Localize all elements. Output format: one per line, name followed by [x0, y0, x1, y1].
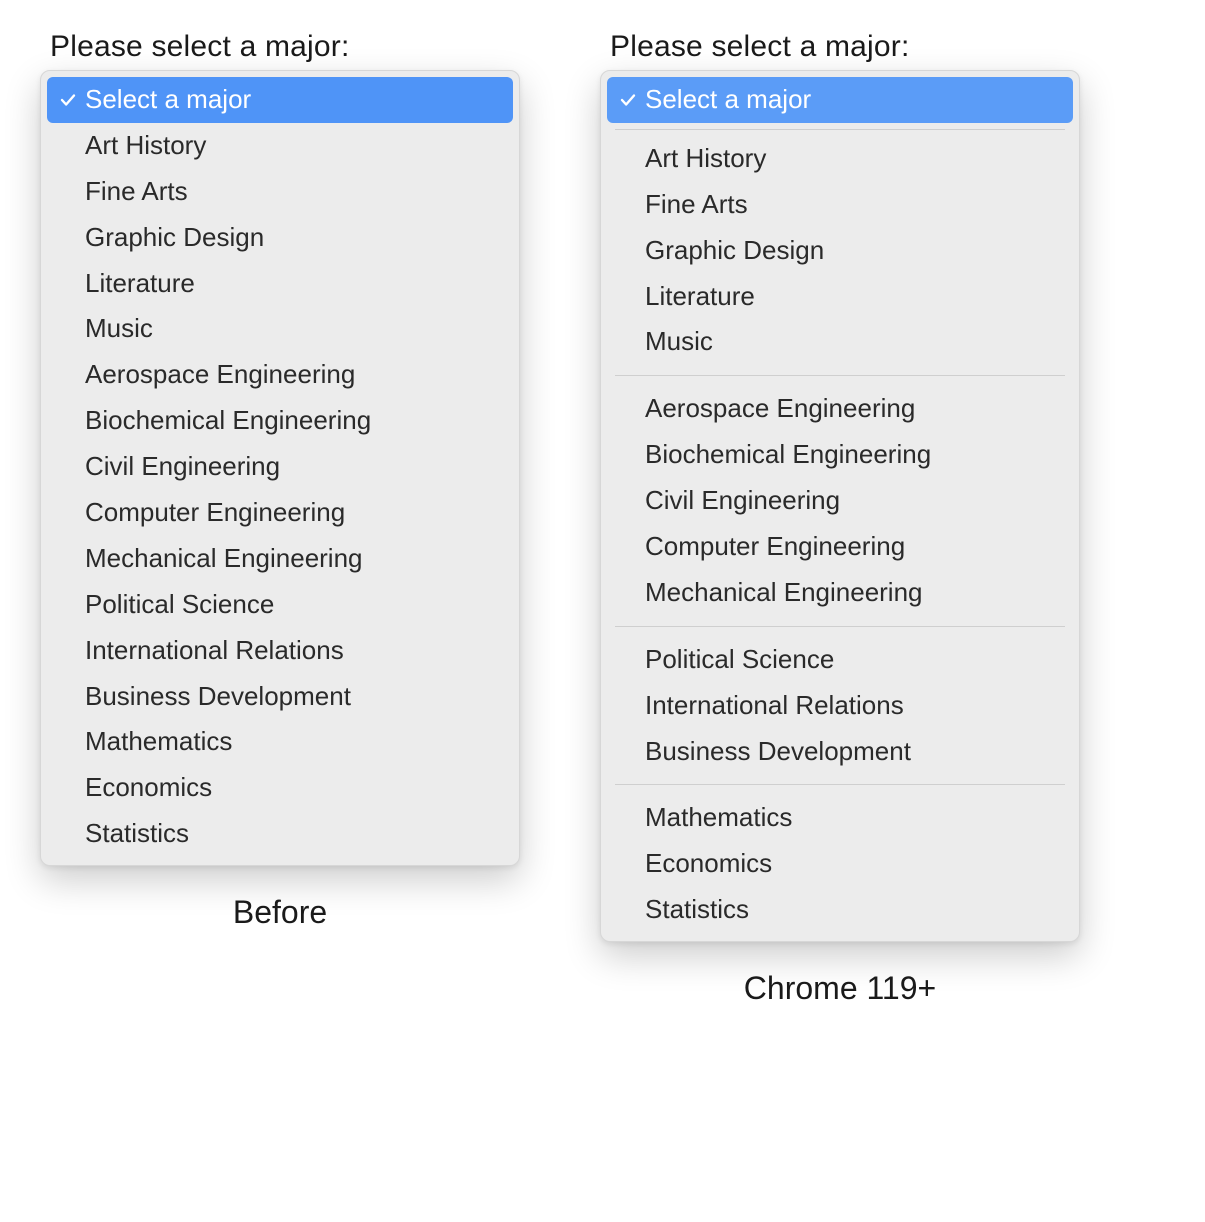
- option-item[interactable]: Civil Engineering: [47, 444, 513, 490]
- option-label: Mathematics: [85, 727, 499, 757]
- option-label: Computer Engineering: [85, 498, 499, 528]
- column-before: Please select a major: Select a major Ar…: [40, 30, 520, 931]
- option-label: Political Science: [645, 645, 1059, 675]
- option-item[interactable]: Aerospace Engineering: [607, 386, 1073, 432]
- option-label: Civil Engineering: [85, 452, 499, 482]
- option-label: Aerospace Engineering: [85, 360, 499, 390]
- option-item[interactable]: Music: [47, 306, 513, 352]
- option-item[interactable]: Business Development: [607, 729, 1073, 775]
- option-item[interactable]: International Relations: [47, 628, 513, 674]
- option-label: International Relations: [645, 691, 1059, 721]
- option-item[interactable]: Political Science: [47, 582, 513, 628]
- caption-after: Chrome 119+: [600, 970, 1080, 1007]
- option-label: Statistics: [85, 819, 499, 849]
- option-label: Business Development: [645, 737, 1059, 767]
- option-item[interactable]: Mathematics: [607, 795, 1073, 841]
- option-item[interactable]: Graphic Design: [607, 228, 1073, 274]
- option-item[interactable]: Business Development: [47, 674, 513, 720]
- option-label: Aerospace Engineering: [645, 394, 1059, 424]
- option-label: Fine Arts: [645, 190, 1059, 220]
- comparison-columns: Please select a major: Select a major Ar…: [40, 30, 1165, 1007]
- option-selected-placeholder[interactable]: Select a major: [607, 77, 1073, 123]
- option-item[interactable]: Mathematics: [47, 719, 513, 765]
- option-item[interactable]: Mechanical Engineering: [607, 570, 1073, 616]
- option-label: Civil Engineering: [645, 486, 1059, 516]
- group-divider: [615, 784, 1065, 785]
- caption-before: Before: [40, 894, 520, 931]
- check-icon: [617, 91, 639, 109]
- option-item[interactable]: Statistics: [607, 887, 1073, 933]
- select-popup-before: Select a major Art History Fine Arts Graph…: [40, 70, 520, 866]
- option-label: Art History: [645, 144, 1059, 174]
- column-after: Please select a major: Select a major Ar…: [600, 30, 1080, 1007]
- option-label: Literature: [85, 269, 499, 299]
- option-label: Fine Arts: [85, 177, 499, 207]
- option-label: International Relations: [85, 636, 499, 666]
- option-item[interactable]: Art History: [47, 123, 513, 169]
- option-item[interactable]: Graphic Design: [47, 215, 513, 261]
- option-label: Economics: [645, 849, 1059, 879]
- option-item[interactable]: Computer Engineering: [47, 490, 513, 536]
- option-label: Political Science: [85, 590, 499, 620]
- group-divider: [615, 626, 1065, 627]
- option-label: Literature: [645, 282, 1059, 312]
- option-label: Graphic Design: [85, 223, 499, 253]
- option-label: Art History: [85, 131, 499, 161]
- option-label: Music: [85, 314, 499, 344]
- option-label: Graphic Design: [645, 236, 1059, 266]
- option-label: Business Development: [85, 682, 499, 712]
- select-popup-after: Select a major Art History Fine Arts Graph…: [600, 70, 1080, 942]
- option-item[interactable]: Economics: [607, 841, 1073, 887]
- option-label: Statistics: [645, 895, 1059, 925]
- option-label: Mechanical Engineering: [85, 544, 499, 574]
- group-divider: [615, 129, 1065, 130]
- option-label: Select a major: [85, 85, 499, 115]
- option-item[interactable]: International Relations: [607, 683, 1073, 729]
- option-item[interactable]: Fine Arts: [607, 182, 1073, 228]
- option-item[interactable]: Art History: [607, 136, 1073, 182]
- option-item[interactable]: Mechanical Engineering: [47, 536, 513, 582]
- option-selected-placeholder[interactable]: Select a major: [47, 77, 513, 123]
- option-item[interactable]: Music: [607, 319, 1073, 365]
- option-item[interactable]: Biochemical Engineering: [47, 398, 513, 444]
- option-item[interactable]: Political Science: [607, 637, 1073, 683]
- option-item[interactable]: Statistics: [47, 811, 513, 857]
- check-icon: [57, 91, 79, 109]
- option-item[interactable]: Literature: [47, 261, 513, 307]
- group-divider: [615, 375, 1065, 376]
- option-item[interactable]: Literature: [607, 274, 1073, 320]
- option-label: Biochemical Engineering: [85, 406, 499, 436]
- option-label: Music: [645, 327, 1059, 357]
- option-label: Mechanical Engineering: [645, 578, 1059, 608]
- prompt-label-before: Please select a major:: [50, 30, 520, 64]
- prompt-label-after: Please select a major:: [610, 30, 1080, 64]
- option-label: Economics: [85, 773, 499, 803]
- option-item[interactable]: Economics: [47, 765, 513, 811]
- option-item[interactable]: Aerospace Engineering: [47, 352, 513, 398]
- option-item[interactable]: Biochemical Engineering: [607, 432, 1073, 478]
- option-label: Select a major: [645, 85, 1059, 115]
- option-label: Mathematics: [645, 803, 1059, 833]
- option-item[interactable]: Fine Arts: [47, 169, 513, 215]
- option-item[interactable]: Computer Engineering: [607, 524, 1073, 570]
- option-label: Biochemical Engineering: [645, 440, 1059, 470]
- option-item[interactable]: Civil Engineering: [607, 478, 1073, 524]
- option-label: Computer Engineering: [645, 532, 1059, 562]
